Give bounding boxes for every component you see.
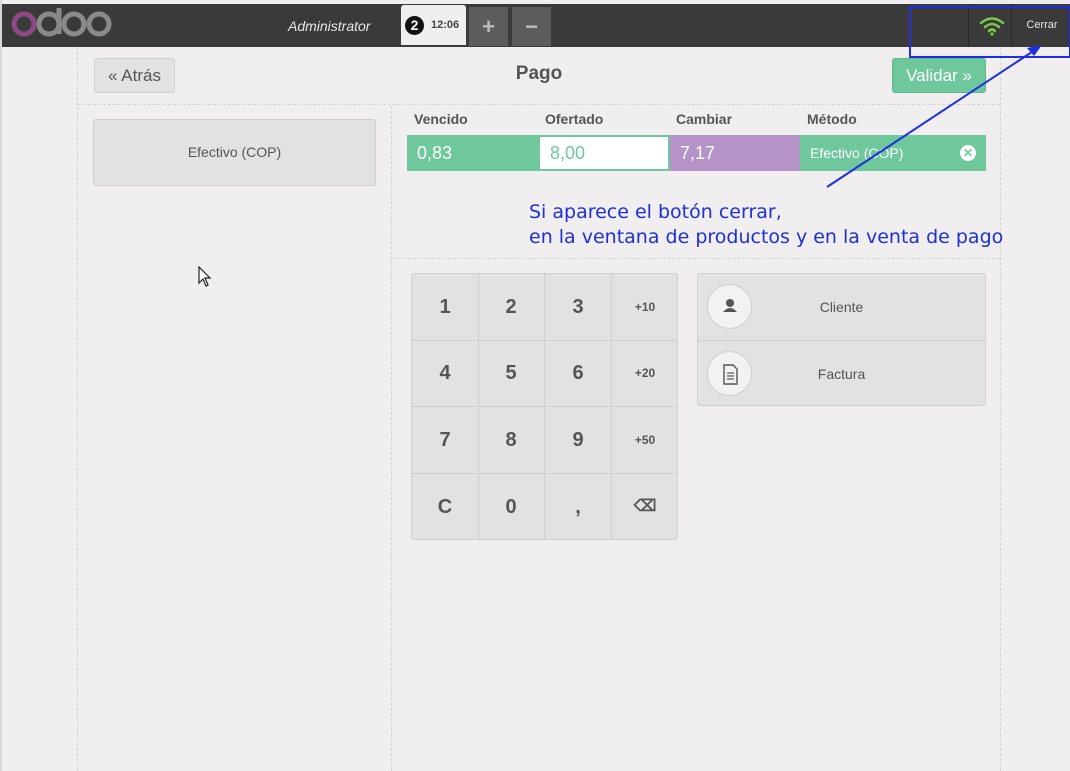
due-amount: 0,83 [407,135,538,171]
payment-header: « Atrás Pago Validar » [78,47,1000,105]
order-tab[interactable]: 2 12:06 [401,5,466,45]
tendered-input[interactable]: 8,00 [538,135,670,171]
validate-button[interactable]: Validar » [892,58,986,93]
numpad-key-0[interactable]: 0 [478,474,545,539]
column-header-method: Método [807,111,857,127]
remove-order-button[interactable]: − [512,7,551,46]
payment-actions: Cliente Factura [697,273,986,406]
order-time: 12:06 [431,19,460,31]
order-number-badge: 2 [405,16,424,35]
numpad-key-plus20[interactable]: +20 [612,340,677,407]
customer-button[interactable]: Cliente [698,274,985,340]
mouse-cursor-icon [198,266,212,287]
column-header-due: Vencido [414,111,468,127]
annotation-line-2: en la ventana de productos y en la venta… [529,226,1004,248]
payment-method-name: Efectivo (COP) ✕ [800,135,986,171]
delete-line-icon[interactable]: ✕ [960,145,976,161]
numpad-key-5[interactable]: 5 [478,340,545,407]
column-header-tendered: Ofertado [545,111,604,127]
invoice-label: Factura [817,366,866,382]
change-amount: 7,17 [670,135,800,171]
back-button[interactable]: « Atrás [94,58,175,93]
numpad-key-9[interactable]: 9 [545,407,612,474]
invoice-button[interactable]: Factura [698,340,985,406]
payment-screen: « Atrás Pago Validar » Efectivo (COP) Ve… [77,47,1001,771]
numpad-key-clear[interactable]: C [412,474,479,539]
user-icon [707,284,752,329]
payment-methods-panel: Efectivo (COP) [78,106,392,771]
numpad-key-2[interactable]: 2 [478,274,545,341]
numpad-key-plus10[interactable]: +10 [612,274,677,341]
cashier-name[interactable]: Administrator [288,18,370,34]
numpad-key-1[interactable]: 1 [412,274,479,341]
numpad-key-3[interactable]: 3 [545,274,612,341]
numpad-key-6[interactable]: 6 [545,340,612,407]
annotation-note: Si aparece el botón cerrar, en la ventan… [529,200,1003,250]
add-order-button[interactable]: + [469,7,508,46]
method-label: Efectivo (COP) [810,145,904,161]
page-title: Pago [515,63,563,84]
pos-screen: Administrator 2 12:06 + − Cerrar « Atrás… [0,0,1070,771]
payment-method-cash[interactable]: Efectivo (COP) [93,119,376,186]
numpad-key-8[interactable]: 8 [478,407,545,474]
invoice-icon [707,351,752,396]
numpad: 1 2 3 +10 4 5 6 +20 7 8 9 +50 C 0 , ⌫ [411,273,678,540]
minus-icon: − [525,14,538,39]
odoo-logo [11,8,112,37]
column-header-change: Cambiar [676,111,733,127]
payment-line[interactable]: 0,83 8,00 7,17 Efectivo (COP) ✕ [407,135,986,171]
customer-label: Cliente [819,299,864,315]
plus-icon: + [482,14,495,39]
backspace-icon[interactable]: ⌫ [612,474,677,539]
numpad-key-7[interactable]: 7 [412,407,479,474]
numpad-key-4[interactable]: 4 [412,340,479,407]
numpad-key-plus50[interactable]: +50 [612,407,677,474]
numpad-key-comma[interactable]: , [545,474,612,539]
annotation-line-1: Si aparece el botón cerrar, [529,201,782,223]
annotation-highlight-box [909,6,1070,58]
